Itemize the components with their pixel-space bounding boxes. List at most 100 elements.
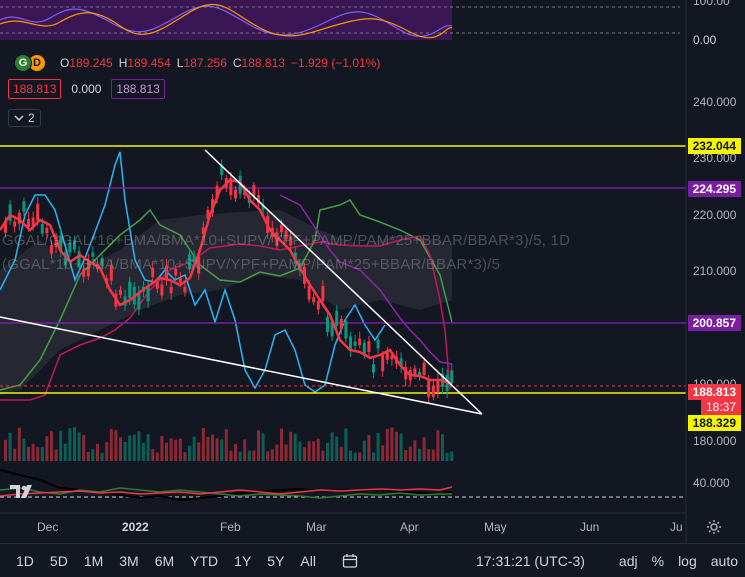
volume-bar bbox=[100, 452, 104, 461]
volume-bar bbox=[201, 427, 205, 461]
candle-body bbox=[376, 339, 380, 349]
volume-bar bbox=[96, 443, 99, 461]
volume-bar bbox=[31, 443, 35, 461]
adj-toggle[interactable]: adj bbox=[619, 553, 638, 569]
volume-bar bbox=[27, 446, 30, 461]
candle-body bbox=[13, 221, 17, 227]
candle-body bbox=[321, 285, 325, 301]
volume-bar bbox=[385, 429, 389, 461]
percent-toggle[interactable]: % bbox=[652, 553, 664, 569]
volume-bar bbox=[261, 433, 265, 461]
volume-bar bbox=[404, 450, 408, 461]
volume-bar bbox=[344, 428, 348, 461]
oscillator-band bbox=[0, 0, 452, 40]
range-5y[interactable]: 5Y bbox=[267, 553, 284, 569]
price-label-210: 210.000 bbox=[693, 264, 737, 278]
price-label-220: 220.000 bbox=[693, 208, 737, 222]
time-label-jul: Ju bbox=[670, 520, 683, 534]
range-6m[interactable]: 6M bbox=[155, 553, 174, 569]
range-all[interactable]: All bbox=[300, 553, 316, 569]
candle-body bbox=[367, 341, 371, 353]
time-label-feb: Feb bbox=[220, 520, 241, 534]
candle-body bbox=[36, 203, 40, 221]
symbol-icon-g: G bbox=[14, 54, 32, 72]
volume-bar bbox=[316, 438, 320, 461]
volume-bar bbox=[335, 436, 339, 461]
oscillator-bottom-label: 0.00 bbox=[693, 33, 717, 47]
volume-bar bbox=[247, 450, 251, 461]
gear-icon[interactable] bbox=[706, 519, 722, 535]
volume-bar bbox=[243, 439, 247, 461]
volume-bar bbox=[13, 448, 17, 461]
candle-body bbox=[358, 338, 362, 346]
price-tag-countdown: 18:37 bbox=[700, 399, 741, 415]
log-toggle[interactable]: log bbox=[678, 553, 697, 569]
volume-bar bbox=[22, 438, 26, 461]
overlay-formula-line-2: (GGAL*10+BMA/BMA*10+SUPV/YPF+PAMP/PAM*25… bbox=[2, 256, 501, 273]
volume-bar bbox=[114, 430, 118, 461]
volume-bar bbox=[441, 434, 444, 461]
volume-bar bbox=[445, 452, 449, 461]
volume-bar bbox=[142, 442, 145, 461]
volume-bar bbox=[160, 435, 164, 461]
volume-bar bbox=[17, 427, 21, 461]
symbol-icons[interactable]: G D bbox=[14, 54, 46, 72]
collapse-indicators-button[interactable]: 2 bbox=[8, 109, 41, 127]
oscillator-top-label: 100.00 bbox=[693, 0, 730, 8]
candle-body bbox=[335, 310, 339, 326]
volume-bar bbox=[91, 449, 95, 461]
range-1m[interactable]: 1M bbox=[84, 553, 103, 569]
range-1y[interactable]: 1Y bbox=[234, 553, 251, 569]
volume-bar bbox=[376, 432, 380, 461]
volume-bar bbox=[123, 442, 127, 461]
volume-bar bbox=[280, 428, 283, 461]
indicator-value-red: 188.813 bbox=[8, 79, 62, 99]
candle-body bbox=[155, 282, 159, 289]
volume-bar bbox=[109, 428, 113, 461]
volume-bar bbox=[50, 431, 53, 461]
volume-bar bbox=[353, 452, 357, 461]
time-label-mar: Mar bbox=[306, 520, 327, 534]
volume-bar bbox=[63, 443, 67, 461]
volume-bar bbox=[151, 448, 155, 461]
candle-body bbox=[169, 286, 173, 294]
bottom-toolbar: 1D 5D 1M 3M 6M YTD 1Y 5Y All 17:31:21 (U… bbox=[0, 543, 745, 577]
volume-bar bbox=[188, 445, 191, 461]
volume-bar bbox=[4, 439, 7, 461]
tradingview-logo[interactable] bbox=[10, 482, 36, 500]
volume-bar bbox=[303, 447, 306, 461]
time-label-dec: Dec bbox=[37, 520, 59, 534]
volume-bar bbox=[275, 444, 279, 461]
volume-bar bbox=[372, 452, 375, 461]
volume-bar bbox=[45, 436, 49, 461]
volume-bar bbox=[86, 452, 90, 461]
clock-time[interactable]: 17:31:21 (UTC-3) bbox=[476, 553, 585, 569]
volume-bar bbox=[197, 442, 201, 461]
range-5d[interactable]: 5D bbox=[50, 553, 68, 569]
candle-body bbox=[372, 364, 375, 373]
range-ytd[interactable]: YTD bbox=[190, 553, 218, 569]
volume-bar bbox=[252, 450, 256, 461]
candle-body bbox=[183, 286, 187, 293]
candle-body bbox=[339, 318, 343, 330]
range-1d[interactable]: 1D bbox=[16, 553, 34, 569]
volume-bar bbox=[298, 441, 302, 461]
volume-bar bbox=[362, 440, 366, 461]
candle-body bbox=[436, 379, 440, 393]
indicator-value-purple: 188.813 bbox=[111, 79, 165, 99]
volume-bar bbox=[321, 450, 325, 461]
volume-bar bbox=[289, 431, 293, 461]
volume-bar bbox=[77, 432, 81, 461]
volume-bars bbox=[4, 427, 454, 461]
candle-body bbox=[160, 284, 164, 296]
volume-bar bbox=[395, 431, 398, 461]
auto-toggle[interactable]: auto bbox=[711, 553, 738, 569]
high-value: 189.454 bbox=[127, 56, 171, 70]
volume-bar bbox=[40, 447, 44, 461]
candle-body bbox=[450, 370, 454, 384]
close-label: C bbox=[232, 56, 242, 70]
calendar-icon[interactable] bbox=[342, 553, 358, 569]
change-value: −1.929 (−1.01%) bbox=[290, 56, 381, 70]
range-3m[interactable]: 3M bbox=[119, 553, 138, 569]
candle-body bbox=[128, 281, 132, 299]
